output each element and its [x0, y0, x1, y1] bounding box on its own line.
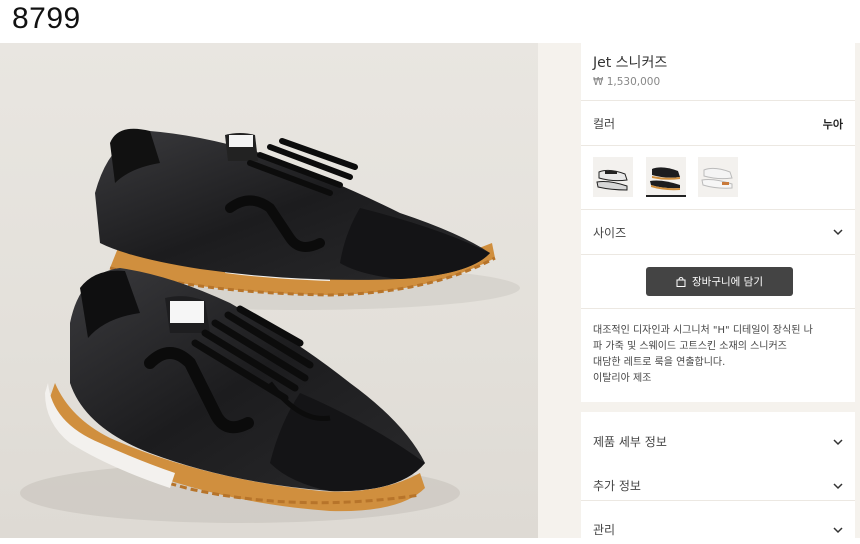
- accordion-label: 추가 정보: [593, 479, 641, 493]
- divider: [581, 100, 855, 101]
- color-swatch-black[interactable]: [646, 157, 686, 197]
- color-selected-value: 누아: [822, 118, 843, 131]
- color-swatch-white[interactable]: [698, 157, 738, 197]
- back-shoe-graphic: [95, 128, 496, 297]
- chevron-down-icon: [833, 483, 843, 490]
- size-chevron-down-icon[interactable]: [833, 227, 843, 237]
- add-to-cart-label: 장바구니에 담기: [692, 276, 763, 288]
- product-image: [0, 43, 538, 538]
- divider: [581, 308, 855, 309]
- description-line: 대담한 레트로 룩을 연출합니다.: [593, 357, 726, 368]
- size-label: 사이즈: [593, 226, 627, 240]
- accordion-care[interactable]: 관리: [581, 500, 855, 544]
- description-line: 대조적인 디자인과 시그니처 "H" 디테일이 장식된 나: [593, 325, 813, 336]
- product-panel: Jet 스니커즈 ₩ 1,530,000 컬러 누아 사이즈 장바구니에 담기 …: [538, 43, 860, 538]
- chevron-down-icon: [833, 527, 843, 534]
- accordion-label: 제품 세부 정보: [593, 435, 667, 449]
- divider: [581, 254, 855, 255]
- color-label: 컬러: [593, 117, 616, 131]
- shopping-bag-icon: [676, 276, 686, 287]
- description-line: 이탈리아 제조: [593, 373, 652, 384]
- accordion-additional-info[interactable]: 추가 정보: [581, 456, 855, 500]
- color-swatch-white-black[interactable]: [593, 157, 633, 197]
- accordion-product-details[interactable]: 제품 세부 정보: [581, 412, 855, 456]
- chevron-down-icon: [833, 439, 843, 446]
- accordion-card: 제품 세부 정보 추가 정보 관리: [581, 412, 855, 538]
- product-title: Jet 스니커즈: [593, 55, 668, 71]
- product-info-card: Jet 스니커즈 ₩ 1,530,000 컬러 누아 사이즈 장바구니에 담기 …: [581, 43, 855, 402]
- page-id-label: 8799: [12, 2, 81, 35]
- product-description: 대조적인 디자인과 시그니처 "H" 디테일이 장식된 나 파 가죽 및 스웨이…: [593, 323, 843, 387]
- add-to-cart-button[interactable]: 장바구니에 담기: [646, 267, 793, 296]
- accordion-label: 관리: [593, 523, 616, 537]
- description-line: 파 가죽 및 스웨이드 고트스킨 소재의 스니커즈: [593, 341, 787, 352]
- divider: [581, 209, 855, 210]
- product-price: ₩ 1,530,000: [593, 76, 661, 88]
- divider: [581, 145, 855, 146]
